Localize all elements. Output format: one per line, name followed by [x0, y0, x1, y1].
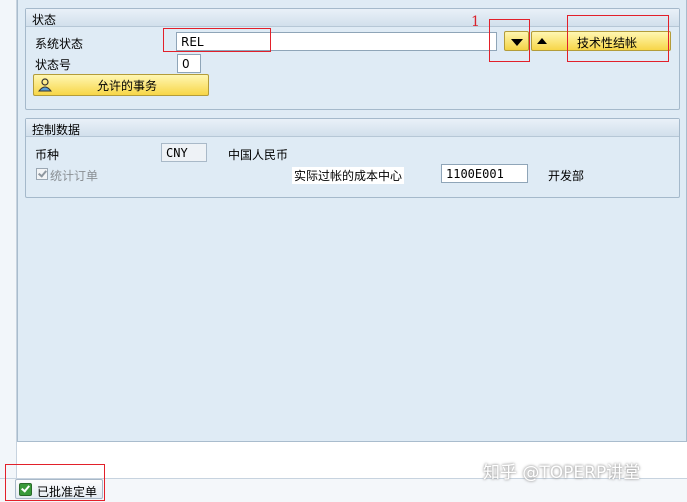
currency-field: CNY — [161, 143, 207, 162]
status-no-label: 状态号 — [35, 58, 72, 72]
annotation-box-status-field — [163, 28, 271, 52]
currency-description: 中国人民币 — [228, 148, 289, 162]
annotation-box-approved — [5, 464, 105, 501]
allowed-transactions-button[interactable]: 允许的事务 — [33, 74, 209, 96]
cost-center-description: 开发部 — [548, 169, 585, 183]
annotation-number: 1 — [471, 14, 480, 30]
triangle-up-icon — [537, 38, 547, 44]
annotation-box-dropdown — [489, 19, 530, 62]
actual-cost-center-field[interactable]: 1100E001 — [441, 164, 528, 183]
checkmark-icon — [38, 168, 47, 178]
actual-cost-center-label: 实际过帐的成本中心 — [292, 167, 405, 184]
person-icon — [37, 78, 53, 92]
left-scroll-strip — [0, 0, 17, 478]
control-data-group: 控制数据 币种 CNY 中国人民币 统计订单 实际过帐的成本中心 1100E00… — [25, 118, 680, 198]
currency-label: 币种 — [35, 148, 60, 162]
system-status-label: 系统状态 — [35, 37, 84, 51]
stat-order-checkbox — [36, 168, 48, 180]
allowed-transactions-label: 允许的事务 — [96, 79, 157, 93]
stat-order-label: 统计订单 — [50, 169, 99, 183]
status-no-field[interactable]: 0 — [177, 54, 201, 73]
watermark-text: 知乎 @TOPERP讲堂 — [483, 463, 641, 483]
control-data-title: 控制数据 — [26, 119, 679, 137]
annotation-box-tech-close — [567, 15, 669, 62]
